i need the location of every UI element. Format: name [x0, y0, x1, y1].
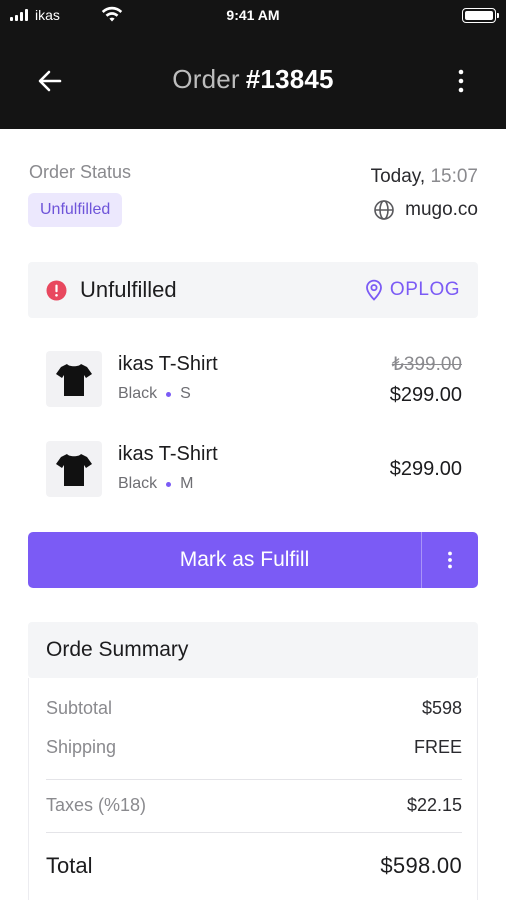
location-name: OPLOG	[389, 279, 460, 300]
tshirt-icon	[56, 454, 92, 486]
shipping-label: Shipping	[46, 737, 117, 757]
variant-size: S	[180, 385, 191, 402]
order-status-label: Order Status	[29, 162, 132, 182]
fulfillment-header: Unfulfilled OPLOG	[28, 262, 478, 318]
more-actions-button[interactable]	[422, 532, 478, 588]
more-vertical-icon	[448, 551, 452, 569]
store-domain: mugo.co	[405, 199, 478, 220]
globe-icon	[374, 200, 394, 220]
top-header: ikas 9:41 AM Order #13845	[0, 0, 506, 129]
product-name: ikas T-Shirt	[118, 353, 218, 375]
map-pin-icon	[366, 279, 382, 301]
product-price: $299.00	[389, 458, 462, 480]
divider	[46, 779, 462, 780]
product-old-price: ₺399.00	[391, 354, 462, 375]
total-row: Total $598.00	[46, 853, 462, 879]
variant-color: Black	[118, 385, 158, 402]
battery-icon	[462, 8, 499, 23]
shipping-row: Shipping FREE	[46, 737, 462, 758]
product-name: ikas T-Shirt	[118, 443, 218, 465]
subtotal-value: $598	[421, 698, 462, 718]
variant-size: M	[180, 475, 194, 492]
product-variant: Black M	[118, 475, 193, 493]
nav-bar: Order #13845	[0, 50, 506, 110]
page-title: Order #13845	[0, 64, 506, 95]
subtotal-label: Subtotal	[46, 698, 113, 718]
product-thumbnail	[46, 441, 102, 497]
taxes-value: $22.15	[406, 795, 462, 815]
status-clock: 9:41 AM	[226, 7, 280, 23]
product-item[interactable]: ikas T-Shirt Black S ₺399.00 $299.00	[28, 351, 478, 411]
store-info: mugo.co	[373, 199, 478, 221]
product-price: $299.00	[389, 384, 462, 406]
shipping-value: FREE	[413, 737, 462, 757]
location-link[interactable]: OPLOG	[364, 279, 460, 301]
status-badge: Unfulfilled	[28, 193, 123, 227]
order-date: Today, 15:07	[371, 166, 478, 188]
alert-icon	[46, 280, 67, 301]
summary-title: Orde Summary	[46, 638, 189, 661]
mark-as-fulfill-button[interactable]: Mark as Fulfill	[28, 532, 421, 588]
product-item[interactable]: ikas T-Shirt Black M $299.00	[28, 441, 478, 501]
product-thumbnail	[46, 351, 102, 407]
status-bar: ikas 9:41 AM	[0, 0, 506, 32]
total-value: $598.00	[380, 853, 462, 878]
tshirt-icon	[56, 364, 92, 396]
variant-color: Black	[118, 475, 158, 492]
taxes-label: Taxes (%18)	[46, 795, 147, 815]
product-variant: Black S	[118, 385, 191, 403]
order-detail-screen: ikas 9:41 AM Order #13845 Order Status Un…	[0, 0, 506, 900]
order-time: 15:07	[430, 166, 478, 187]
total-label: Total	[46, 853, 93, 878]
fulfillment-status: Unfulfilled	[80, 277, 177, 302]
more-vertical-icon[interactable]	[456, 68, 466, 94]
taxes-row: Taxes (%18) $22.15	[46, 795, 462, 816]
title-label: Order	[172, 64, 240, 94]
order-number: #13845	[245, 64, 334, 94]
divider	[46, 832, 462, 833]
subtotal-row: Subtotal $598	[46, 698, 462, 719]
summary-header: Orde Summary	[28, 622, 478, 678]
fulfill-action-group: Mark as Fulfill	[28, 532, 478, 588]
order-day: Today,	[370, 166, 426, 187]
